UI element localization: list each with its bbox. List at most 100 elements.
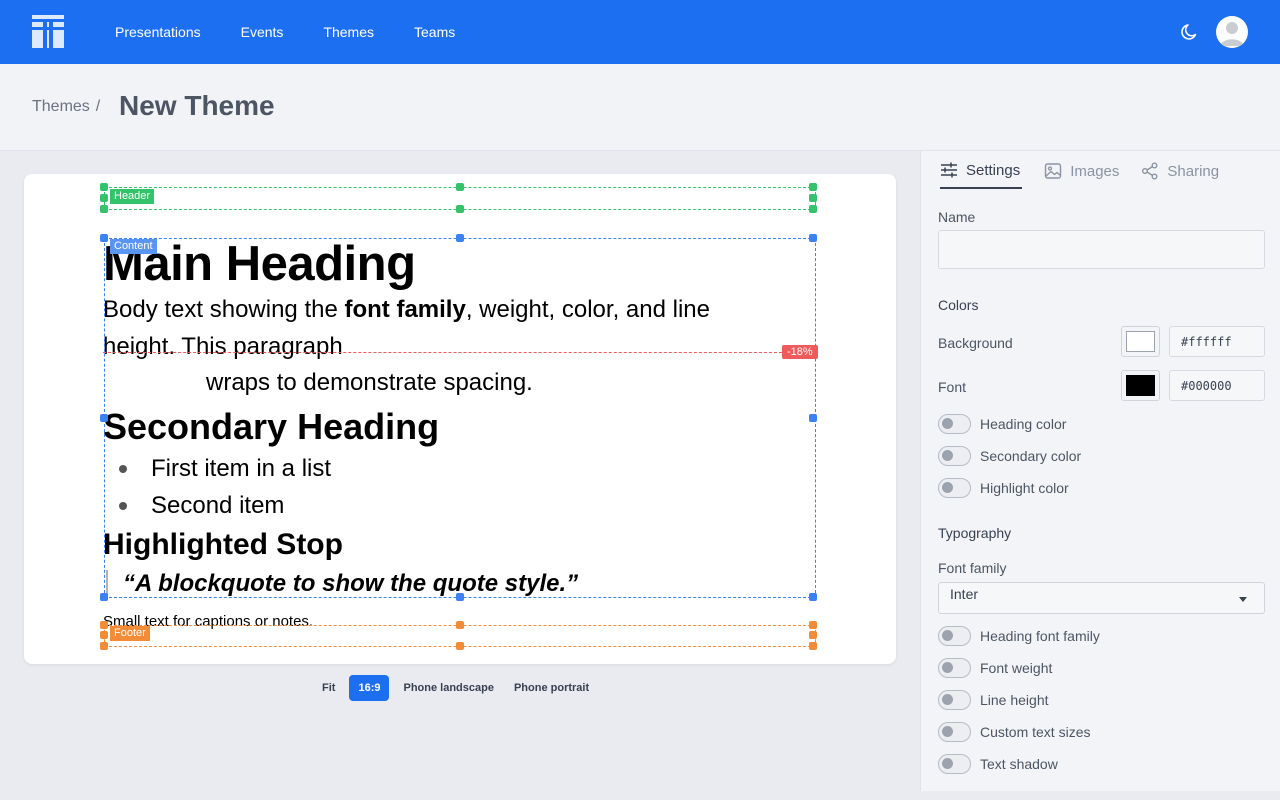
tab-settings[interactable]: Settings <box>940 151 1023 189</box>
toggle-label: Line height <box>980 692 1049 708</box>
resize-handle[interactable] <box>809 234 817 242</box>
resize-handle[interactable] <box>100 642 108 650</box>
toggle-knob <box>942 450 953 461</box>
image-icon <box>1045 163 1062 179</box>
toggle-switch[interactable] <box>938 478 971 498</box>
resize-handle[interactable] <box>100 414 108 422</box>
chevron-down-icon <box>1239 597 1247 602</box>
font-weight-toggle[interactable]: Font weight <box>938 658 1052 678</box>
toggle-knob <box>942 726 953 737</box>
toggle-switch[interactable] <box>938 446 971 466</box>
content-region[interactable]: Content <box>100 234 817 601</box>
secondary-color-toggle[interactable]: Secondary color <box>938 446 1081 466</box>
resize-handle[interactable] <box>809 642 817 650</box>
resize-handle[interactable] <box>456 234 464 242</box>
toggle-knob <box>942 694 953 705</box>
background-color-preview <box>1126 331 1155 352</box>
line-height-toggle[interactable]: Line height <box>938 690 1049 710</box>
toggle-label: Secondary color <box>980 448 1082 464</box>
content-region-label[interactable]: Content <box>110 239 157 254</box>
toggle-knob <box>942 482 953 493</box>
nav-events[interactable]: Events <box>241 24 284 40</box>
header-region-label[interactable]: Header <box>110 189 155 204</box>
resize-handle[interactable] <box>100 205 108 213</box>
toggle-switch[interactable] <box>938 414 971 434</box>
heading-color-toggle[interactable]: Heading color <box>938 414 1066 434</box>
toggle-switch[interactable] <box>938 690 971 710</box>
ratio-phone-portrait-button[interactable]: Phone portrait <box>508 675 595 701</box>
resize-handle[interactable] <box>456 183 464 191</box>
font-hex-input[interactable]: #000000 <box>1169 370 1265 401</box>
colors-section-title: Colors <box>938 297 979 313</box>
ratio-16-9-button[interactable]: 16:9 <box>349 675 390 701</box>
resize-handle[interactable] <box>456 593 464 601</box>
footer-region[interactable]: Footer <box>100 621 817 650</box>
resize-handle[interactable] <box>100 234 108 242</box>
canvas-area: Main Heading Body text showing the font … <box>0 151 920 791</box>
settings-panel: Settings Images Sharing Name Colors Back… <box>920 151 1280 791</box>
custom-text-sizes-toggle[interactable]: Custom text sizes <box>938 722 1090 742</box>
toggle-switch[interactable] <box>938 754 971 774</box>
typography-section-title: Typography <box>938 525 1012 541</box>
font-color-preview <box>1126 375 1155 396</box>
avatar[interactable] <box>1216 16 1248 48</box>
highlight-color-toggle[interactable]: Highlight color <box>938 478 1069 498</box>
position-guide-label[interactable]: -18% <box>782 345 818 359</box>
header-region[interactable]: Header <box>100 183 817 213</box>
aspect-ratio-switcher: Fit 16:9 Phone landscape Phone portrait <box>316 675 595 701</box>
theme-name-input[interactable] <box>938 230 1265 269</box>
toggle-label: Custom text sizes <box>980 724 1091 740</box>
nav-themes[interactable]: Themes <box>323 24 374 40</box>
toggle-knob <box>942 662 953 673</box>
ratio-phone-landscape-button[interactable]: Phone landscape <box>397 675 499 701</box>
resize-handle[interactable] <box>100 631 108 639</box>
name-label: Name <box>938 209 976 225</box>
toggle-label: Heading font family <box>980 628 1100 644</box>
page-header: Themes / New Theme <box>0 64 1280 151</box>
page-title: New Theme <box>119 90 275 121</box>
heading-font-family-toggle[interactable]: Heading font family <box>938 626 1100 646</box>
breadcrumb-themes[interactable]: Themes <box>32 98 90 115</box>
toggle-label: Highlight color <box>980 480 1069 496</box>
position-guide-line[interactable] <box>103 352 817 353</box>
breadcrumb[interactable]: Themes / <box>32 98 100 116</box>
resize-handle[interactable] <box>456 205 464 213</box>
tab-images-label: Images <box>1070 162 1120 180</box>
resize-handle[interactable] <box>809 414 817 422</box>
toggle-switch[interactable] <box>938 722 971 742</box>
nav-presentations[interactable]: Presentations <box>115 24 201 40</box>
resize-handle[interactable] <box>100 194 108 202</box>
footer-region-label[interactable]: Footer <box>110 626 150 641</box>
toggle-knob <box>942 630 953 641</box>
logo-icon[interactable] <box>32 15 64 48</box>
toggle-switch[interactable] <box>938 658 971 678</box>
text-shadow-toggle[interactable]: Text shadow <box>938 754 1058 774</box>
font-family-select[interactable]: Inter <box>938 582 1265 614</box>
toggle-label: Font weight <box>980 660 1053 676</box>
resize-handle[interactable] <box>456 621 464 629</box>
background-color-swatch[interactable] <box>1121 326 1160 357</box>
resize-handle[interactable] <box>100 621 108 629</box>
tab-sharing-label: Sharing <box>1167 162 1220 180</box>
resize-handle[interactable] <box>809 593 817 601</box>
toggle-switch[interactable] <box>938 626 971 646</box>
tab-sharing[interactable]: Sharing <box>1141 151 1219 189</box>
background-hex-input[interactable]: #ffffff <box>1169 326 1265 357</box>
resize-handle[interactable] <box>456 642 464 650</box>
resize-handle[interactable] <box>809 183 817 191</box>
font-color-swatch[interactable] <box>1121 370 1160 401</box>
font-color-label: Font <box>938 379 967 395</box>
resize-handle[interactable] <box>100 183 108 191</box>
resize-handle[interactable] <box>809 194 817 202</box>
toggle-knob <box>942 418 953 429</box>
moon-icon[interactable] <box>1180 22 1200 42</box>
resize-handle[interactable] <box>809 621 817 629</box>
ratio-fit-button[interactable]: Fit <box>316 675 341 701</box>
resize-handle[interactable] <box>809 631 817 639</box>
nav-teams[interactable]: Teams <box>414 24 455 40</box>
resize-handle[interactable] <box>809 205 817 213</box>
tab-images[interactable]: Images <box>1044 151 1119 189</box>
user-icon <box>1220 22 1244 46</box>
resize-handle[interactable] <box>100 593 108 601</box>
font-family-value: Inter <box>950 586 979 602</box>
